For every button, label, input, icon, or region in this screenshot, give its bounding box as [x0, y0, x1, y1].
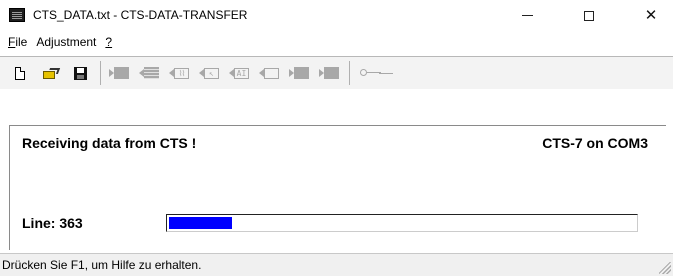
open-button[interactable] — [38, 62, 62, 84]
receive-empty-icon — [259, 67, 279, 79]
maximize-button[interactable] — [566, 0, 612, 31]
close-icon: ✕ — [644, 6, 658, 24]
transfer-block-icon — [289, 67, 309, 79]
device-port-label: CTS-7 on COM3 — [542, 135, 648, 151]
app-icon — [9, 8, 25, 22]
receive-status-text: Receiving data from CTS ! — [22, 135, 197, 151]
progress-fill — [169, 217, 232, 229]
toolbar: ⌇⌇ ↖ AI — [0, 56, 673, 89]
window-title: CTS_DATA.txt - CTS-DATA-TRANSFER — [33, 8, 248, 22]
minimize-button[interactable] — [504, 0, 550, 31]
line-counter: Line: 363 — [22, 215, 83, 231]
send-block-button[interactable] — [107, 62, 131, 84]
receive-empty-button[interactable] — [257, 62, 281, 84]
send-block-icon — [109, 67, 129, 79]
key-button[interactable] — [356, 62, 386, 84]
menu-bar: File Adjustment ? — [0, 31, 673, 52]
transfer-block-2-icon — [319, 67, 339, 79]
minimize-icon — [521, 15, 533, 16]
progress-bar — [166, 214, 638, 232]
key-icon — [360, 69, 382, 77]
transfer-panel: Receiving data from CTS ! CTS-7 on COM3 … — [9, 125, 666, 250]
toolbar-separator — [100, 61, 101, 85]
save-button[interactable] — [68, 62, 92, 84]
menu-help[interactable]: ? — [105, 35, 112, 49]
menu-adjustment[interactable]: Adjustment — [36, 35, 96, 49]
receive-signal-button[interactable]: ⌇⌇ — [167, 62, 191, 84]
status-bar: Drücken Sie F1, um Hilfe zu erhalten. — [0, 253, 673, 276]
receive-signal-icon: ⌇⌇ — [169, 67, 189, 79]
receive-cursor-button[interactable]: ↖ — [197, 62, 221, 84]
close-button[interactable]: ✕ — [628, 0, 673, 31]
open-folder-icon — [42, 68, 58, 79]
receive-display-icon — [139, 67, 159, 79]
receive-cursor-icon: ↖ — [199, 67, 219, 79]
receive-ai-button[interactable]: AI — [227, 62, 251, 84]
receive-display-button[interactable] — [137, 62, 161, 84]
save-icon — [73, 66, 87, 80]
resize-grip-icon[interactable] — [659, 262, 671, 274]
toolbar-separator — [349, 61, 350, 85]
new-file-button[interactable] — [8, 62, 32, 84]
new-file-icon — [15, 66, 25, 80]
menu-file[interactable]: File — [8, 35, 27, 49]
receive-ai-icon: AI — [229, 67, 249, 79]
transfer-block-button[interactable] — [287, 62, 311, 84]
title-bar: CTS_DATA.txt - CTS-DATA-TRANSFER ✕ — [0, 0, 673, 31]
maximize-icon — [584, 10, 594, 21]
status-bar-text: Drücken Sie F1, um Hilfe zu erhalten. — [2, 258, 202, 272]
transfer-block-2-button[interactable] — [317, 62, 341, 84]
